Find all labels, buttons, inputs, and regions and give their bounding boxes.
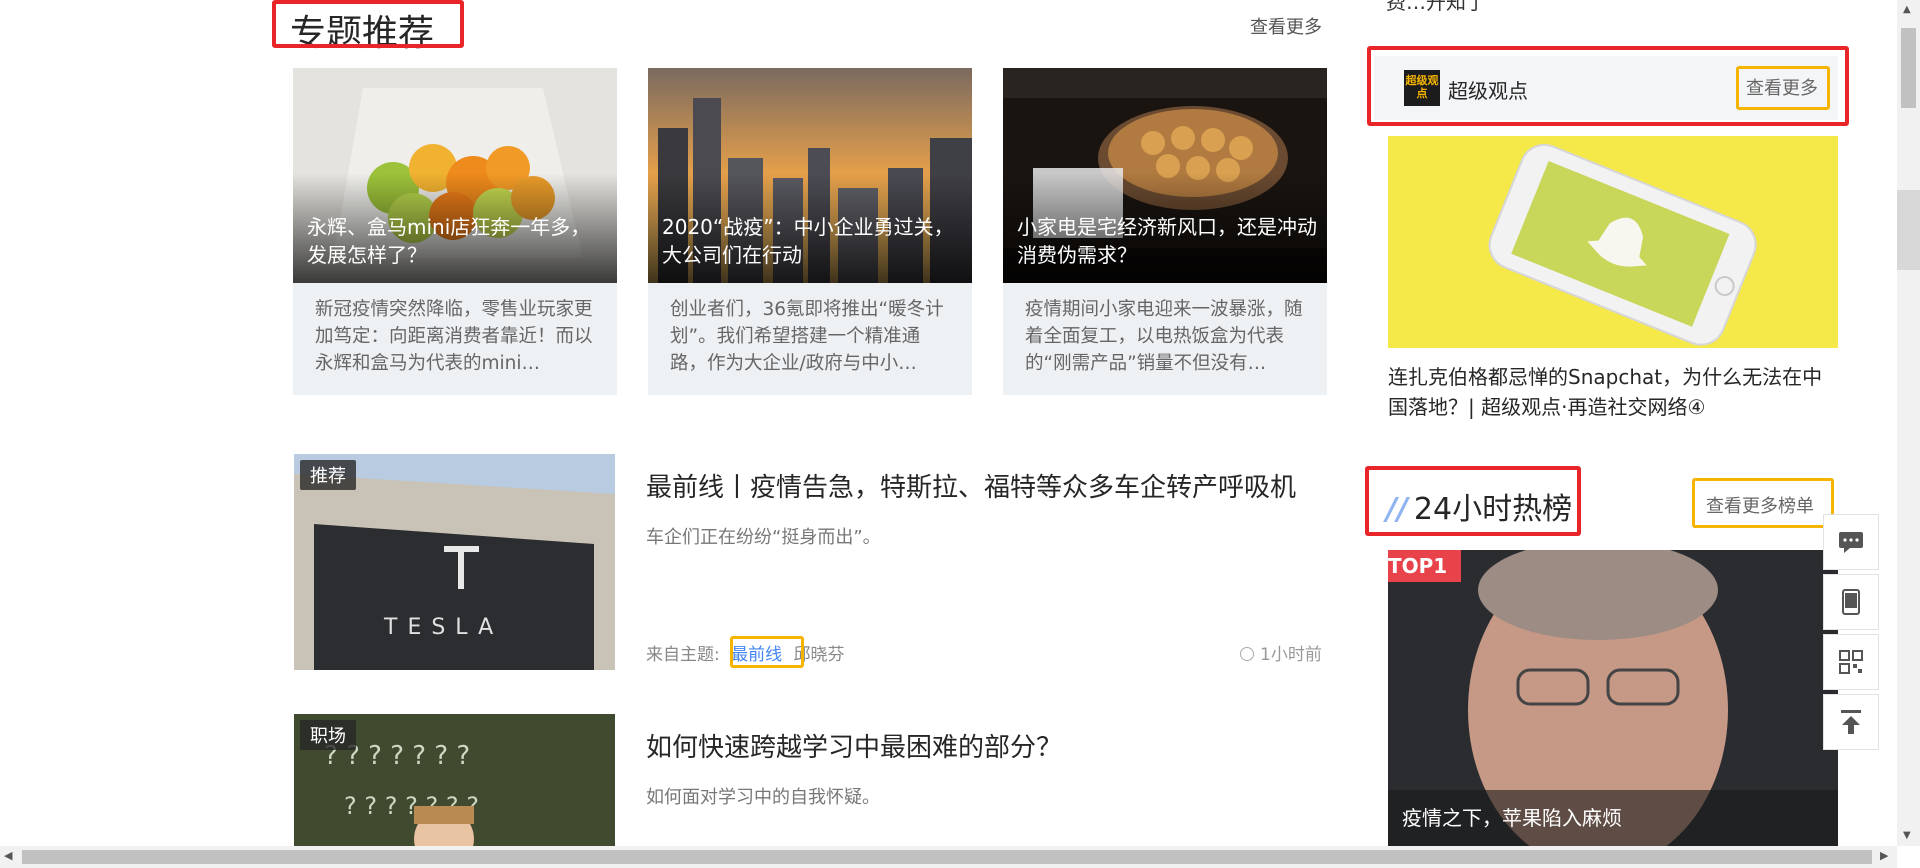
topic-card-title[interactable]: 小家电是宅经济新风口，还是冲动消费伪需求？ [1017, 213, 1317, 269]
page-scroll-indicator [1897, 190, 1920, 270]
scroll-down-arrow-icon[interactable]: ▼ [1903, 830, 1911, 841]
clock-icon [1240, 647, 1254, 661]
topic-card-image: 永辉、盒马mini店狂奔一年多，发展怎样了？ [293, 68, 617, 283]
topic-card-desc: 疫情期间小家电迎来一波暴涨，随着全面复工，以电热饭盒为代表的“刚需产品”销量不但… [1025, 299, 1303, 374]
hot-top-title[interactable]: 疫情之下，苹果陷入麻烦 [1402, 802, 1622, 831]
annotation-box-section-title [272, 0, 464, 48]
scroll-right-arrow-icon[interactable]: ▶ [1880, 849, 1888, 862]
float-qrcode-button[interactable] [1823, 634, 1879, 690]
float-comment-button[interactable] [1823, 514, 1879, 570]
qr-code-icon [1839, 650, 1863, 674]
article-tag: 推荐 [300, 460, 356, 490]
article-time: 1小时前 [1240, 640, 1322, 665]
article-title[interactable]: 如何快速跨越学习中最困难的部分？ [646, 727, 1062, 764]
annotation-box-hot-more [1692, 478, 1834, 528]
back-to-top-icon [1841, 710, 1861, 734]
topic-card[interactable]: 永辉、盒马mini店狂奔一年多，发展怎样了？ 新冠疫情突然降临，零售业玩家更加笃… [293, 68, 617, 395]
annotation-box-sponsor-more [1736, 66, 1830, 110]
article-thumbnail[interactable]: TESLA 推荐 [294, 454, 615, 670]
article-thumbnail[interactable]: ? ? ? ? ? ? ? ? ? ? ? ? ? ? 职场 [294, 714, 615, 846]
float-back-to-top-button[interactable] [1823, 694, 1879, 750]
article-tag: 职场 [300, 720, 356, 750]
topic-card-image: 2020“战疫”：中小企业勇过关，大公司们在行动 [648, 68, 972, 283]
vertical-scroll-thumb[interactable] [1901, 28, 1916, 108]
vertical-scrollbar[interactable]: ▲ ▼ [1897, 0, 1920, 846]
scroll-up-arrow-icon[interactable]: ▲ [1903, 4, 1911, 15]
topic-card[interactable]: 2020“战疫”：中小企业勇过关，大公司们在行动 创业者们，36氪即将推出“暖冬… [648, 68, 972, 395]
sponsor-article-image[interactable] [1388, 136, 1838, 348]
scroll-left-arrow-icon[interactable]: ◀ [4, 849, 12, 862]
top1-badge: TOP1 [1388, 550, 1462, 582]
topic-card[interactable]: 小家电是宅经济新风口，还是冲动消费伪需求？ 疫情期间小家电迎来一波暴涨，随着全面… [1003, 68, 1327, 395]
source-label: 来自主题: [646, 645, 720, 665]
hot-top-item[interactable]: TOP1 疫情之下，苹果陷入麻烦 [1388, 550, 1838, 846]
tesla-sign-text: TESLA [383, 615, 503, 640]
annotation-box-topic [730, 636, 804, 668]
horizontal-scrollbar[interactable]: ◀ ▶ [0, 846, 1897, 868]
topic-card-title[interactable]: 永辉、盒马mini店狂奔一年多，发展怎样了？ [307, 213, 607, 269]
topic-card-image: 小家电是宅经济新风口，还是冲动消费伪需求？ [1003, 68, 1327, 283]
article-summary: 如何面对学习中的自我怀疑。 [646, 787, 880, 808]
sponsor-article-title[interactable]: 连扎克伯格都忌惮的Snapchat，为什么无法在中国落地？| 超级观点·再造社交… [1388, 362, 1838, 422]
topics-see-more-link[interactable]: 查看更多 [1250, 13, 1322, 39]
float-mobile-button[interactable] [1823, 574, 1879, 630]
mobile-icon [1842, 589, 1860, 615]
horizontal-scroll-thumb[interactable] [22, 850, 1872, 864]
sidebar-top-cut-text: 费…开知了 [1386, 0, 1486, 14]
annotation-box-hot-list [1365, 466, 1581, 536]
article-summary: 车企们正在纷纷“挺身而出”。 [646, 527, 881, 548]
snapchat-phone-image [1388, 136, 1838, 348]
topic-card-title[interactable]: 2020“战疫”：中小企业勇过关，大公司们在行动 [662, 213, 962, 269]
topic-card-desc: 创业者们，36氪即将推出“暖冬计划”。我们希望搭建一个精准通路，作为大企业/政府… [670, 299, 944, 374]
article-title[interactable]: 最前线丨疫情告急，特斯拉、福特等众多车企转产呼吸机 [646, 467, 1296, 504]
comment-icon [1839, 532, 1863, 553]
topic-card-desc: 新冠疫情突然降临，零售业玩家更加笃定：向距离消费者靠近！而以永辉和盒马为代表的m… [315, 299, 593, 374]
